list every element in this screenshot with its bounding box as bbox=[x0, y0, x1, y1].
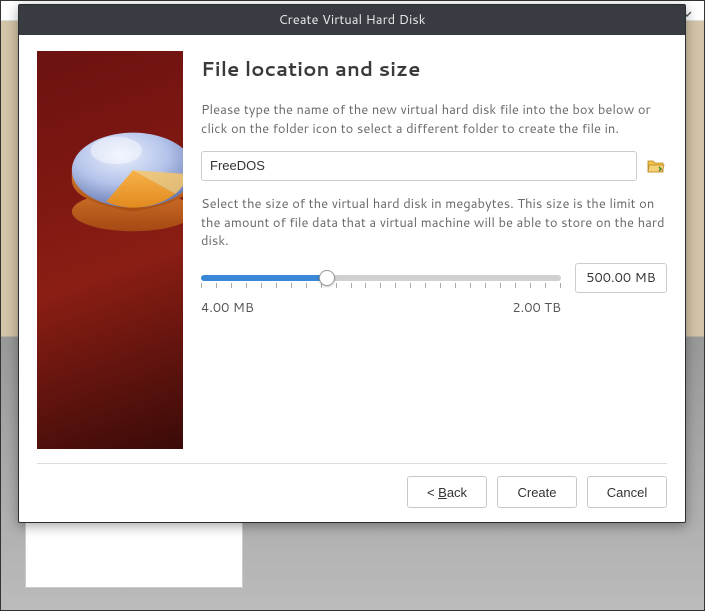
create-disk-dialog: Create Virtual Hard Disk bbox=[18, 4, 686, 523]
slider-thumb[interactable] bbox=[319, 270, 335, 286]
size-min-label: 4.00 MB bbox=[201, 299, 254, 317]
slider-ticks bbox=[201, 283, 561, 288]
size-max-label: 2.00 TB bbox=[512, 299, 561, 317]
disk-size-slider[interactable] bbox=[201, 269, 561, 288]
page-title: File location and size bbox=[201, 55, 667, 83]
create-button[interactable]: Create bbox=[497, 476, 577, 508]
dialog-title: Create Virtual Hard Disk bbox=[19, 5, 685, 35]
wizard-sidebar-image bbox=[37, 51, 183, 449]
browse-folder-button[interactable] bbox=[645, 155, 667, 177]
disk-icon bbox=[59, 103, 183, 251]
back-button[interactable]: < Back bbox=[407, 476, 487, 508]
file-name-input[interactable] bbox=[201, 151, 637, 181]
folder-icon bbox=[647, 158, 665, 174]
size-description: Select the size of the virtual hard disk… bbox=[201, 195, 667, 252]
file-location-description: Please type the name of the new virtual … bbox=[201, 101, 667, 139]
cancel-button[interactable]: Cancel bbox=[587, 476, 667, 508]
disk-size-value[interactable]: 500.00 MB bbox=[575, 263, 667, 293]
divider bbox=[37, 463, 667, 464]
